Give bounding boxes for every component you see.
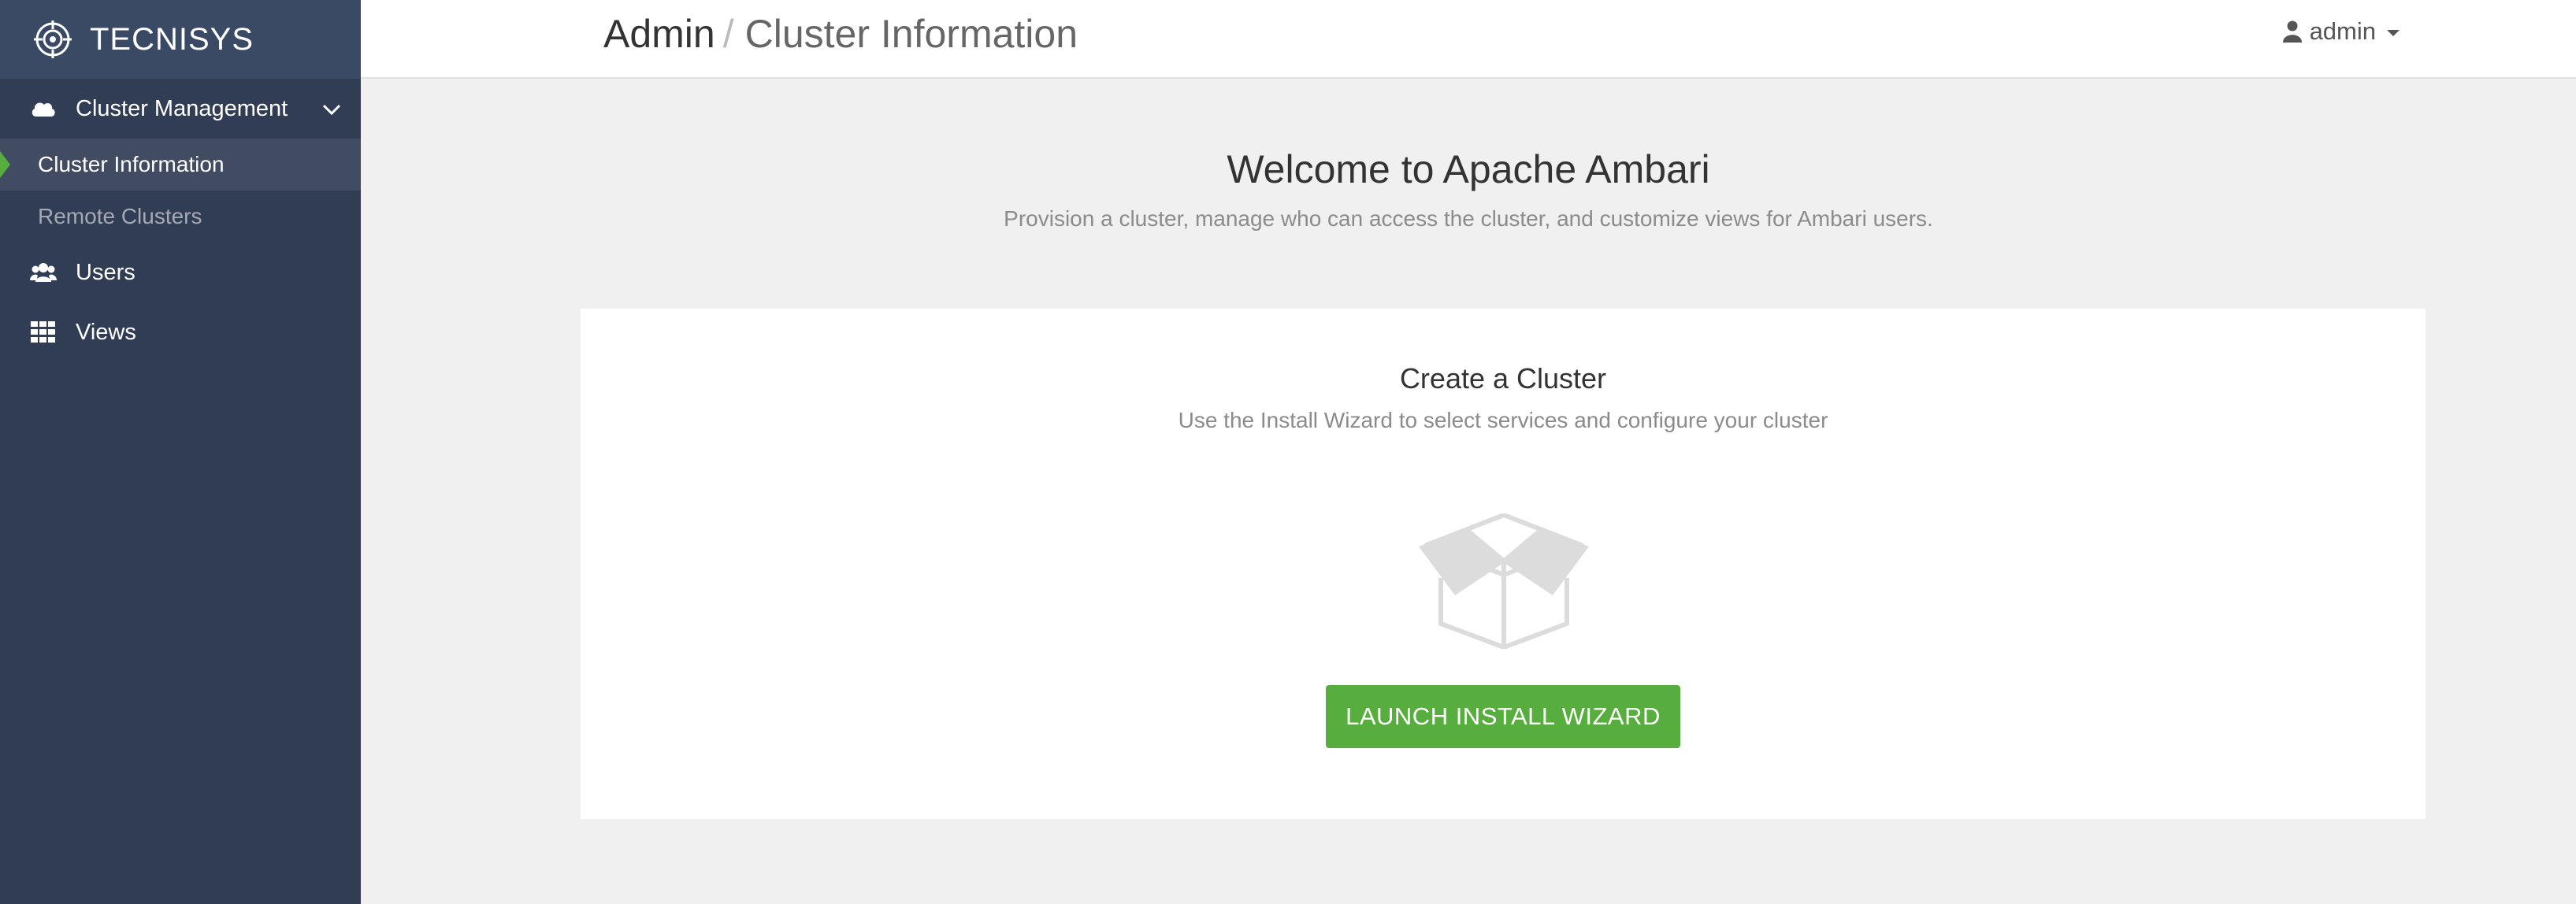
crosshair-logo-icon <box>34 20 72 58</box>
user-icon <box>2282 20 2302 43</box>
open-box-icon <box>1419 513 1589 649</box>
sidebar-item-label: Views <box>76 319 136 345</box>
brand-name: TECNISYS <box>90 21 254 57</box>
brand[interactable]: TECNISYS <box>0 0 361 79</box>
page-title: Cluster Information <box>744 12 1078 56</box>
create-cluster-card: Create a Cluster Use the Install Wizard … <box>581 309 2426 819</box>
sidebar-item-label: Cluster Management <box>76 95 288 121</box>
launch-install-wizard-button[interactable]: LAUNCH INSTALL WIZARD <box>1326 685 1680 748</box>
active-marker <box>0 151 10 178</box>
card-title: Create a Cluster <box>1399 362 1607 395</box>
top-bar: Admin / Cluster Information admin <box>361 0 2576 79</box>
sidebar-item-views[interactable]: Views <box>0 302 361 362</box>
sidebar: TECNISYS Cluster Management Cluster Info… <box>0 0 361 904</box>
sidebar-item-cluster-management[interactable]: Cluster Management <box>0 79 361 139</box>
user-name: admin <box>2309 17 2376 45</box>
sidebar-item-label: Cluster Information <box>38 152 225 176</box>
sidebar-item-label: Users <box>76 259 135 285</box>
sidebar-item-cluster-information[interactable]: Cluster Information <box>0 139 361 191</box>
card-subtitle: Use the Install Wizard to select service… <box>1178 408 1828 432</box>
sidebar-item-remote-clusters[interactable]: Remote Clusters <box>0 191 361 243</box>
breadcrumb-admin[interactable]: Admin <box>603 11 715 57</box>
sidebar-item-users[interactable]: Users <box>0 243 361 302</box>
welcome-subtitle: Provision a cluster, manage who can acce… <box>1004 206 1933 231</box>
cloud-icon <box>30 97 57 120</box>
chevron-down-icon[interactable] <box>320 98 343 121</box>
breadcrumb-separator: / <box>722 12 734 56</box>
caret-down-icon <box>2387 30 2400 36</box>
breadcrumb: Admin / Cluster Information <box>603 11 1078 57</box>
user-menu[interactable]: admin <box>2282 17 2400 46</box>
grid-icon <box>30 320 57 344</box>
sidebar-item-label: Remote Clusters <box>38 204 202 228</box>
users-icon <box>30 261 57 284</box>
welcome-title: Welcome to Apache Ambari <box>1227 147 1710 191</box>
